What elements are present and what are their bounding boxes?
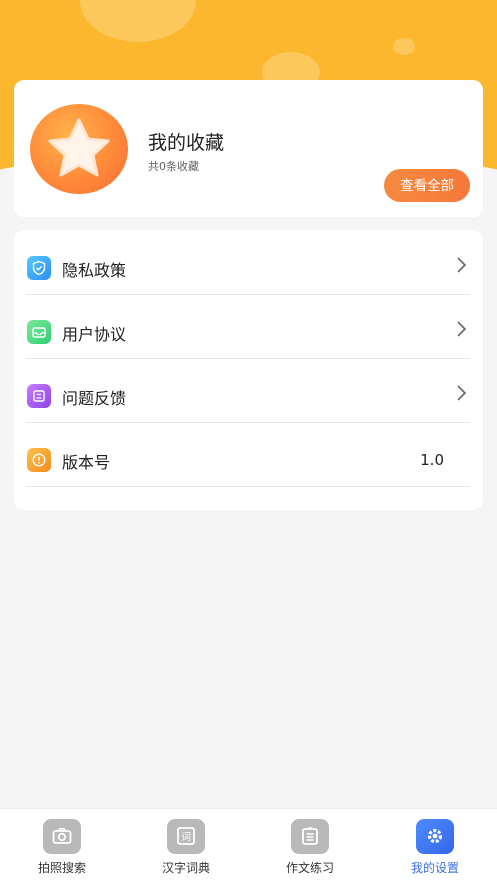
chevron-right-icon — [457, 257, 467, 273]
menu-item-privacy-policy[interactable]: 隐私政策 — [26, 231, 470, 295]
tab-photo-search[interactable]: 拍照搜索 — [12, 817, 112, 879]
menu-item-user-agreement[interactable]: 用户协议 — [26, 295, 470, 359]
settings-menu: 隐私政策 用户协议 问题反馈 版本号 1.0 — [14, 230, 483, 510]
shield-icon — [27, 256, 51, 280]
tab-my-settings[interactable]: 我的设置 — [385, 817, 485, 879]
tab-label: 我的设置 — [410, 861, 459, 875]
menu-item-version: 版本号 1.0 — [26, 423, 470, 487]
bottom-tab-bar: 拍照搜索 词 汉字词典 作文练习 我的设置 — [0, 808, 497, 883]
menu-item-label: 隐私政策 — [62, 261, 127, 280]
envelope-icon — [27, 320, 51, 344]
gear-icon — [416, 819, 454, 854]
favorites-title: 我的收藏 — [148, 132, 225, 154]
menu-item-feedback[interactable]: 问题反馈 — [26, 359, 470, 423]
menu-item-label: 用户协议 — [62, 325, 127, 344]
star-icon — [30, 104, 128, 194]
favorites-count: 共0条收藏 — [148, 160, 199, 173]
dictionary-icon: 词 — [167, 819, 205, 854]
chevron-right-icon — [457, 321, 467, 337]
clock-icon — [27, 448, 51, 472]
menu-item-label: 问题反馈 — [62, 389, 127, 408]
notepad-icon — [291, 819, 329, 854]
camera-icon — [43, 819, 81, 854]
version-value: 1.0 — [420, 451, 444, 469]
tab-label: 作文练习 — [285, 861, 334, 875]
tab-composition[interactable]: 作文练习 — [260, 817, 360, 879]
tab-label: 汉字词典 — [161, 861, 210, 875]
tab-dictionary[interactable]: 词 汉字词典 — [136, 817, 236, 879]
tab-label: 拍照搜索 — [37, 861, 86, 875]
view-all-button[interactable]: 查看全部 — [384, 169, 470, 202]
favorites-card[interactable]: 我的收藏 共0条收藏 查看全部 — [14, 80, 483, 217]
feedback-icon — [27, 384, 51, 408]
chevron-right-icon — [457, 385, 467, 401]
menu-item-label: 版本号 — [62, 453, 111, 472]
svg-text:词: 词 — [181, 832, 191, 844]
